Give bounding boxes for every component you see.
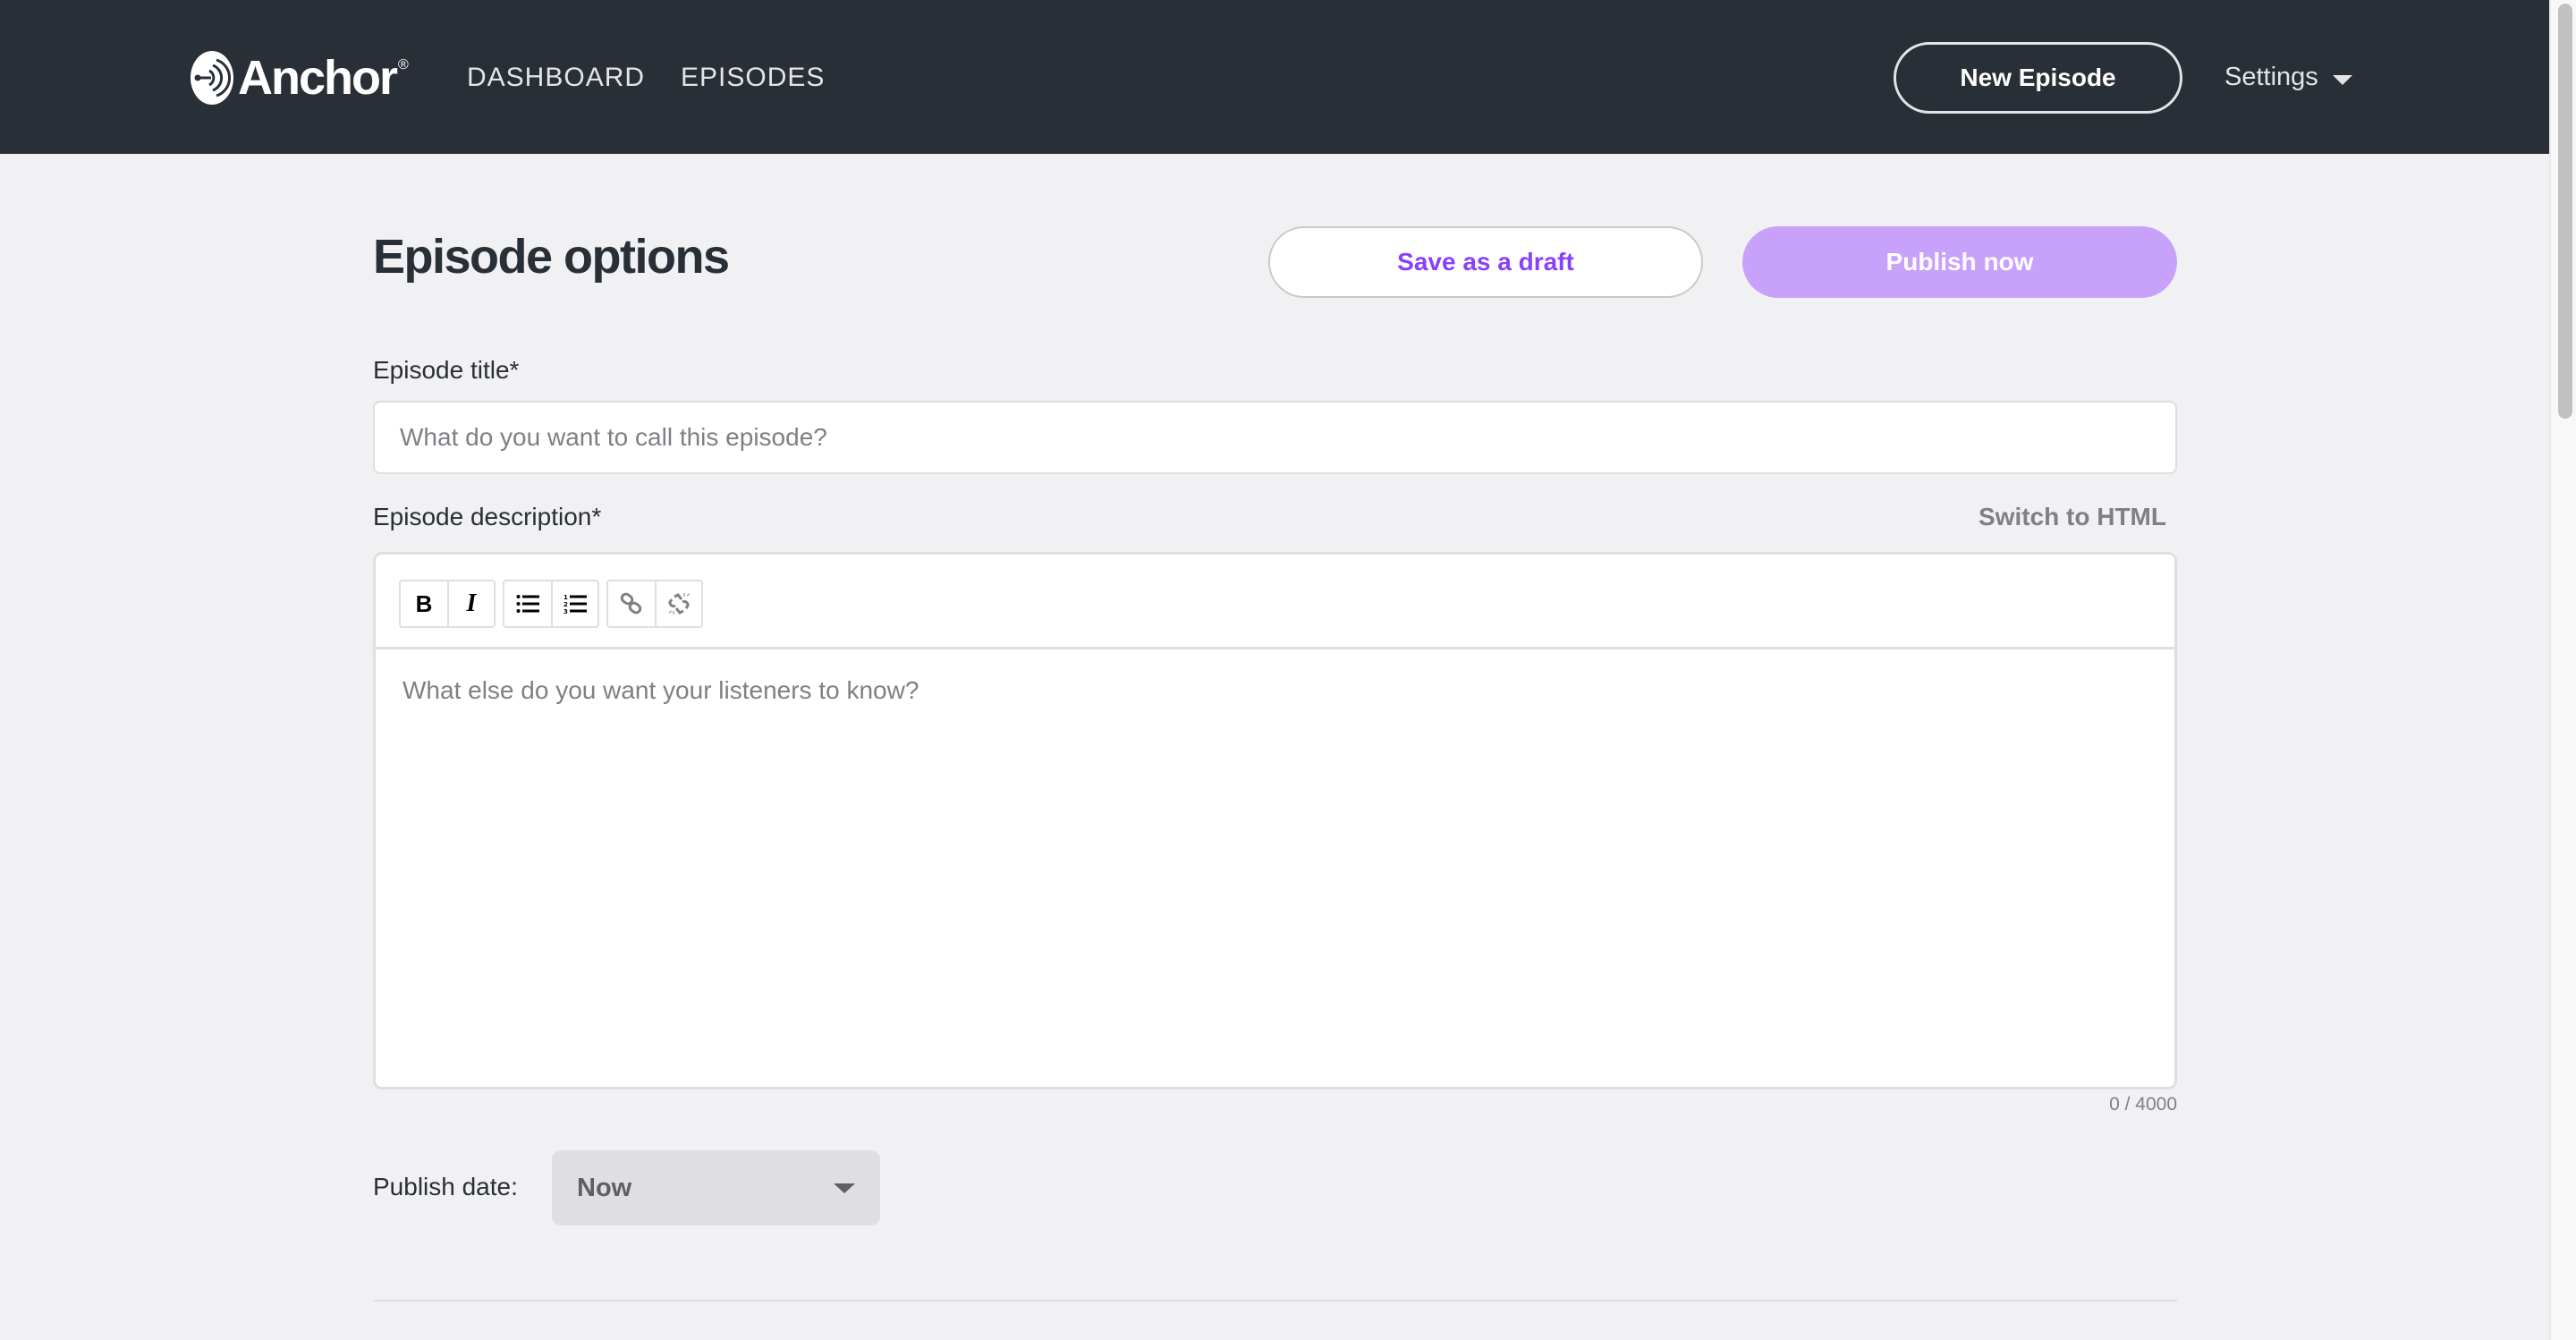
episode-title-label: Episode title* [373, 356, 520, 384]
episode-title-input[interactable] [373, 401, 2177, 474]
episode-description-label: Episode description* [373, 503, 602, 530]
publish-date-select[interactable]: Now [552, 1150, 880, 1226]
bullet-list-icon [516, 595, 539, 613]
publish-date-value: Now [577, 1173, 632, 1202]
svg-text:1: 1 [564, 594, 568, 601]
svg-text:3: 3 [564, 608, 568, 614]
caret-down-icon [834, 1183, 855, 1193]
save-draft-button[interactable]: Save as a draft [1268, 226, 1703, 298]
settings-label: Settings [2224, 62, 2318, 91]
episode-description-input[interactable] [376, 649, 2174, 1087]
bold-icon: B [415, 589, 433, 617]
italic-button[interactable]: I [447, 581, 494, 626]
page-title: Episode options [373, 230, 730, 284]
svg-text:2: 2 [564, 601, 568, 608]
link-group [606, 580, 703, 628]
anchor-logo-icon [191, 51, 233, 105]
vertical-scrollbar[interactable] [2549, 0, 2576, 1340]
description-editor: B I 1 2 3 [373, 552, 2177, 1090]
italic-icon: I [466, 589, 477, 617]
format-group: B I [399, 580, 496, 628]
brand-name: Anchor [238, 51, 398, 105]
caret-down-icon [2332, 74, 2352, 85]
section-divider [373, 1300, 2177, 1302]
scrollbar-thumb[interactable] [2558, 4, 2572, 419]
top-nav-bar: Anchor ® DASHBOARD EPISODES New Episode … [0, 0, 2549, 154]
page: Anchor ® DASHBOARD EPISODES New Episode … [0, 0, 2549, 1340]
settings-dropdown[interactable]: Settings [2224, 59, 2352, 95]
numbered-list-button[interactable]: 1 2 3 [551, 581, 597, 626]
editor-toolbar: B I 1 2 3 [376, 555, 2174, 649]
anchor-logo[interactable]: Anchor ® [190, 50, 409, 106]
registered-mark: ® [398, 57, 409, 72]
publish-date-label: Publish date: [373, 1173, 518, 1200]
publish-now-button[interactable]: Publish now [1742, 226, 2177, 298]
list-group: 1 2 3 [503, 580, 599, 628]
numbered-list-icon: 1 2 3 [564, 594, 587, 614]
link-icon [620, 592, 642, 615]
bold-button[interactable]: B [401, 581, 447, 626]
character-count: 0 / 4000 [2109, 1094, 2177, 1115]
link-button[interactable] [608, 581, 655, 626]
unlink-button[interactable] [655, 581, 701, 626]
nav-episodes[interactable]: EPISODES [681, 61, 825, 95]
nav-dashboard[interactable]: DASHBOARD [467, 61, 645, 95]
switch-to-html-link[interactable]: Switch to HTML [1979, 501, 2166, 533]
unlink-icon [668, 593, 691, 615]
bullet-list-button[interactable] [504, 581, 551, 626]
new-episode-button[interactable]: New Episode [1894, 42, 2182, 114]
